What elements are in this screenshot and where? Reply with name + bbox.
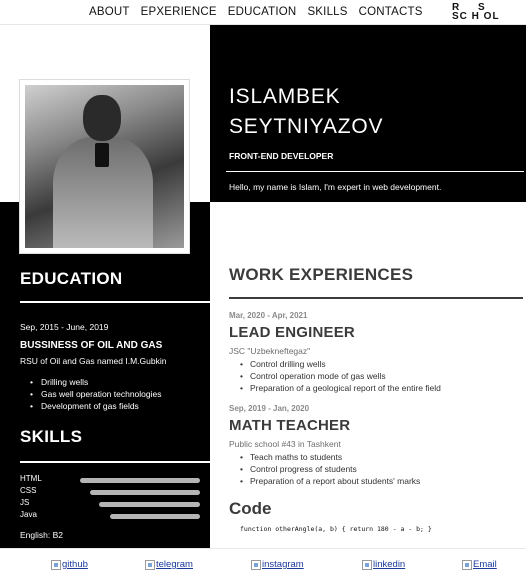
logo-line-2: SC H OL — [452, 11, 500, 22]
skill-bar — [110, 514, 200, 519]
photo-figure-head — [83, 95, 121, 141]
instagram-label: instagram — [262, 559, 304, 570]
last-name: SEYTNIYAZOV — [229, 115, 384, 138]
skill-name: HTML — [20, 474, 42, 483]
instagram-link[interactable]: instagram — [251, 559, 304, 570]
job-company: Public school #43 in Tashkent — [229, 439, 341, 449]
skill-bar — [99, 502, 200, 507]
skill-row-js: JS — [20, 498, 210, 510]
skill-bar — [90, 490, 200, 495]
nav-experience[interactable]: EPXERIENCE — [141, 6, 217, 18]
code-snippet: function otherAngle(a, b) { return 180 -… — [240, 525, 432, 533]
job-company: JSC "Uzbekneftegaz" — [229, 346, 311, 356]
skill-name: Java — [20, 510, 37, 519]
list-item: Development of gas fields — [30, 400, 162, 412]
education-degree: BUSSINESS OF OIL AND GAS — [20, 340, 163, 351]
nav-links: ABOUT EPXERIENCE EDUCATION SKILLS CONTAC… — [89, 6, 423, 18]
english-level: English: B2 — [20, 530, 63, 540]
education-heading: EDUCATION — [20, 269, 123, 288]
education-divider — [20, 301, 210, 303]
skills-heading: SKILLS — [20, 427, 83, 446]
skill-name: CSS — [20, 486, 37, 495]
github-icon — [51, 559, 61, 570]
telegram-icon — [145, 559, 155, 570]
github-label: github — [62, 559, 88, 570]
full-name: ISLAMBEK SEYTNIYAZOV — [229, 82, 383, 142]
education-school: RSU of Oil and Gas named I.M.Gubkin — [20, 356, 167, 366]
telegram-link[interactable]: telegram — [145, 559, 193, 570]
linkedin-link[interactable]: linkedin — [362, 559, 405, 570]
list-item: Preparation of a geological report of th… — [240, 382, 441, 394]
list-item: Teach maths to students — [240, 451, 420, 463]
photo-phone — [95, 143, 109, 167]
skills-divider — [20, 461, 210, 463]
education-date: Sep, 2015 - June, 2019 — [20, 322, 109, 332]
list-item: Control progress of students — [240, 463, 420, 475]
email-link[interactable]: Email — [462, 559, 497, 570]
job-title: MATH TEACHER — [229, 417, 351, 434]
list-item: Control drilling wells — [240, 358, 441, 370]
profile-photo — [25, 85, 184, 248]
job-duties: Control drilling wells Control operation… — [240, 358, 441, 394]
top-navigation: ABOUT EPXERIENCE EDUCATION SKILLS CONTAC… — [0, 0, 526, 25]
job-role: FRONT-END DEVELOPER — [229, 151, 334, 161]
list-item: Control operation mode of gas wells — [240, 370, 441, 382]
job-title: LEAD ENGINEER — [229, 324, 355, 341]
instagram-icon — [251, 559, 261, 570]
footer: github telegram instagram linkedin Email — [0, 548, 526, 580]
nav-skills[interactable]: SKILLS — [307, 6, 347, 18]
skill-row-java: Java — [20, 510, 210, 522]
profile-photo-frame — [19, 79, 190, 254]
linkedin-label: linkedin — [373, 559, 406, 570]
rs-school-logo[interactable]: R S SC H OL — [452, 3, 508, 23]
github-link[interactable]: github — [51, 559, 88, 570]
skill-row-html: HTML — [20, 474, 210, 486]
list-item: Drilling wells — [30, 376, 162, 388]
intro-text: Hello, my name is Islam, I'm expert in w… — [229, 182, 442, 192]
nav-about[interactable]: ABOUT — [89, 6, 130, 18]
email-label: Email — [473, 559, 497, 570]
job-date: Sep, 2019 - Jan, 2020 — [229, 404, 310, 413]
telegram-label: telegram — [156, 559, 193, 570]
nav-education[interactable]: EDUCATION — [228, 6, 297, 18]
work-divider — [229, 297, 523, 299]
work-heading: WORK EXPERIENCES — [229, 265, 414, 284]
linkedin-icon — [362, 559, 372, 570]
job-duties: Teach maths to students Control progress… — [240, 451, 420, 487]
nav-contacts[interactable]: CONTACTS — [359, 6, 423, 18]
education-list: Drilling wells Gas well operation techno… — [30, 376, 162, 412]
skill-row-css: CSS — [20, 486, 210, 498]
list-item: Gas well operation technologies — [30, 388, 162, 400]
list-item: Preparation of a report about students' … — [240, 475, 420, 487]
code-heading: Code — [229, 499, 272, 518]
first-name: ISLAMBEK — [229, 85, 341, 108]
header-divider — [226, 171, 524, 172]
email-icon — [462, 559, 472, 570]
job-date: Mar, 2020 - Apr, 2021 — [229, 311, 308, 320]
skill-bar — [80, 478, 200, 483]
skill-name: JS — [20, 498, 30, 507]
